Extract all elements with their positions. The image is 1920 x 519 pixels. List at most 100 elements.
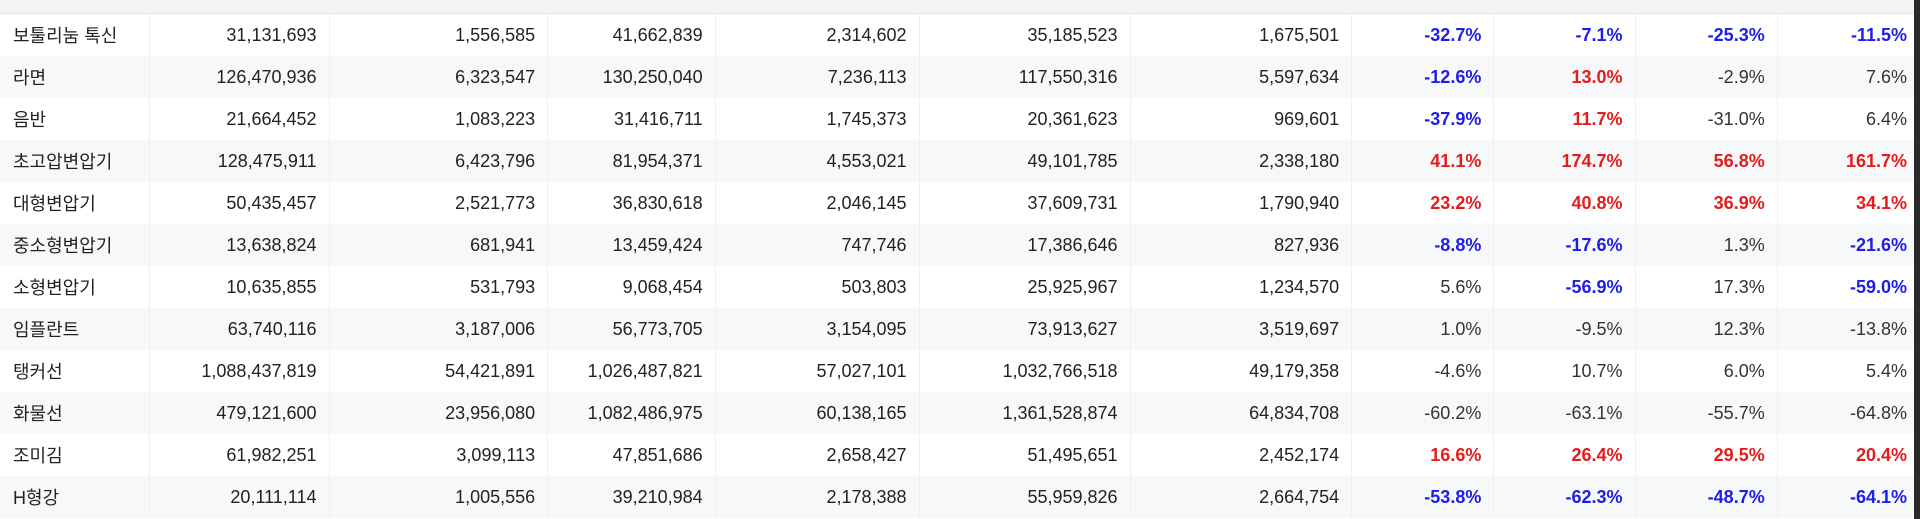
table-row[interactable]: 중소형변압기 13,638,824 681,941 13,459,424 747… xyxy=(0,224,1920,266)
change-pct: -60.2% xyxy=(1351,392,1495,434)
change-pct: -17.6% xyxy=(1493,224,1636,266)
table-row[interactable]: 임플란트 63,740,116 3,187,006 56,773,705 3,1… xyxy=(0,308,1920,350)
cell-value: 41,662,839 xyxy=(547,14,716,56)
cell-value: 3,187,006 xyxy=(329,308,549,350)
cell-value: 827,936 xyxy=(1130,224,1353,266)
cell-value: 10,635,855 xyxy=(149,266,330,308)
cell-value: 130,250,040 xyxy=(547,56,716,98)
cell-value: 2,664,754 xyxy=(1130,476,1353,518)
window-edge xyxy=(1914,0,1920,519)
change-pct: -4.6% xyxy=(1351,350,1495,392)
change-pct: 26.4% xyxy=(1493,434,1636,476)
cell-value: 2,452,174 xyxy=(1130,434,1353,476)
table-row[interactable]: H형강 20,111,114 1,005,556 39,210,984 2,17… xyxy=(0,476,1920,518)
table-row[interactable]: 조미김 61,982,251 3,099,113 47,851,686 2,65… xyxy=(0,434,1920,476)
change-pct: 10.7% xyxy=(1493,350,1636,392)
cell-value: 51,495,651 xyxy=(919,434,1131,476)
change-pct: 36.9% xyxy=(1635,182,1778,224)
change-pct: 6.4% xyxy=(1777,98,1920,140)
cell-value: 21,664,452 xyxy=(149,98,330,140)
change-pct: 41.1% xyxy=(1351,140,1495,182)
cell-value: 1,556,585 xyxy=(329,14,549,56)
cell-value: 531,793 xyxy=(329,266,549,308)
cell-value: 2,521,773 xyxy=(329,182,549,224)
cell-value: 61,982,251 xyxy=(149,434,330,476)
cell-value: 1,026,487,821 xyxy=(547,350,716,392)
change-pct: 11.7% xyxy=(1493,98,1636,140)
cell-value: 4,553,021 xyxy=(715,140,920,182)
table-row[interactable]: 소형변압기 10,635,855 531,793 9,068,454 503,8… xyxy=(0,266,1920,308)
table-row[interactable]: 음반 21,664,452 1,083,223 31,416,711 1,745… xyxy=(0,98,1920,140)
change-pct: -12.6% xyxy=(1351,56,1495,98)
cell-value: 35,185,523 xyxy=(919,14,1131,56)
table-row[interactable]: 화물선 479,121,600 23,956,080 1,082,486,975… xyxy=(0,392,1920,434)
change-pct: -11.5% xyxy=(1777,14,1920,56)
cell-value: 73,913,627 xyxy=(919,308,1131,350)
cell-value: 6,423,796 xyxy=(329,140,549,182)
cell-value: 747,746 xyxy=(715,224,920,266)
change-pct: 6.0% xyxy=(1635,350,1778,392)
table-row[interactable]: 탱커선 1,088,437,819 54,421,891 1,026,487,8… xyxy=(0,350,1920,392)
cell-value: 2,658,427 xyxy=(715,434,920,476)
cell-value: 1,675,501 xyxy=(1130,14,1353,56)
item-name: 라면 xyxy=(0,56,151,98)
change-pct: -9.5% xyxy=(1493,308,1636,350)
change-pct: -32.7% xyxy=(1351,14,1495,56)
table-header-strip xyxy=(0,0,1920,14)
change-pct: 56.8% xyxy=(1635,140,1778,182)
cell-value: 55,959,826 xyxy=(919,476,1131,518)
cell-value: 1,790,940 xyxy=(1130,182,1353,224)
table-row[interactable]: 보툴리눔 톡신 31,131,693 1,556,585 41,662,839 … xyxy=(0,14,1920,56)
item-name: 보툴리눔 톡신 xyxy=(0,14,151,56)
change-pct: -63.1% xyxy=(1493,392,1636,434)
cell-value: 36,830,618 xyxy=(547,182,716,224)
change-pct: -31.0% xyxy=(1635,98,1778,140)
cell-value: 49,179,358 xyxy=(1130,350,1353,392)
change-pct: 23.2% xyxy=(1351,182,1495,224)
cell-value: 37,609,731 xyxy=(919,182,1131,224)
table-row[interactable]: 라면 126,470,936 6,323,547 130,250,040 7,2… xyxy=(0,56,1920,98)
item-name: 탱커선 xyxy=(0,350,151,392)
cell-value: 63,740,116 xyxy=(149,308,330,350)
change-pct: -25.3% xyxy=(1635,14,1778,56)
change-pct: 7.6% xyxy=(1777,56,1920,98)
change-pct: -48.7% xyxy=(1635,476,1778,518)
cell-value: 2,338,180 xyxy=(1130,140,1353,182)
cell-value: 13,459,424 xyxy=(547,224,716,266)
export-stats-table: 보툴리눔 톡신 31,131,693 1,556,585 41,662,839 … xyxy=(0,14,1920,518)
item-name: H형강 xyxy=(0,476,151,518)
cell-value: 117,550,316 xyxy=(919,56,1131,98)
cell-value: 5,597,634 xyxy=(1130,56,1353,98)
change-pct: 17.3% xyxy=(1635,266,1778,308)
change-pct: -64.8% xyxy=(1777,392,1920,434)
cell-value: 20,361,623 xyxy=(919,98,1131,140)
change-pct: -8.8% xyxy=(1351,224,1495,266)
change-pct: 40.8% xyxy=(1493,182,1636,224)
change-pct: -53.8% xyxy=(1351,476,1495,518)
change-pct: -55.7% xyxy=(1635,392,1778,434)
cell-value: 1,032,766,518 xyxy=(919,350,1131,392)
cell-value: 17,386,646 xyxy=(919,224,1131,266)
change-pct: -13.8% xyxy=(1777,308,1920,350)
table-row[interactable]: 대형변압기 50,435,457 2,521,773 36,830,618 2,… xyxy=(0,182,1920,224)
cell-value: 23,956,080 xyxy=(329,392,549,434)
cell-value: 969,601 xyxy=(1130,98,1353,140)
cell-value: 60,138,165 xyxy=(715,392,920,434)
cell-value: 64,834,708 xyxy=(1130,392,1353,434)
change-pct: 29.5% xyxy=(1635,434,1778,476)
item-name: 소형변압기 xyxy=(0,266,151,308)
cell-value: 49,101,785 xyxy=(919,140,1131,182)
table-row[interactable]: 초고압변압기 128,475,911 6,423,796 81,954,371 … xyxy=(0,140,1920,182)
item-name: 화물선 xyxy=(0,392,151,434)
item-name: 초고압변압기 xyxy=(0,140,151,182)
cell-value: 2,314,602 xyxy=(715,14,920,56)
item-name: 대형변압기 xyxy=(0,182,151,224)
cell-value: 503,803 xyxy=(715,266,920,308)
cell-value: 50,435,457 xyxy=(149,182,330,224)
change-pct: 13.0% xyxy=(1493,56,1636,98)
change-pct: -64.1% xyxy=(1777,476,1920,518)
cell-value: 13,638,824 xyxy=(149,224,330,266)
change-pct: 34.1% xyxy=(1777,182,1920,224)
change-pct: 174.7% xyxy=(1493,140,1636,182)
change-pct: 161.7% xyxy=(1777,140,1920,182)
